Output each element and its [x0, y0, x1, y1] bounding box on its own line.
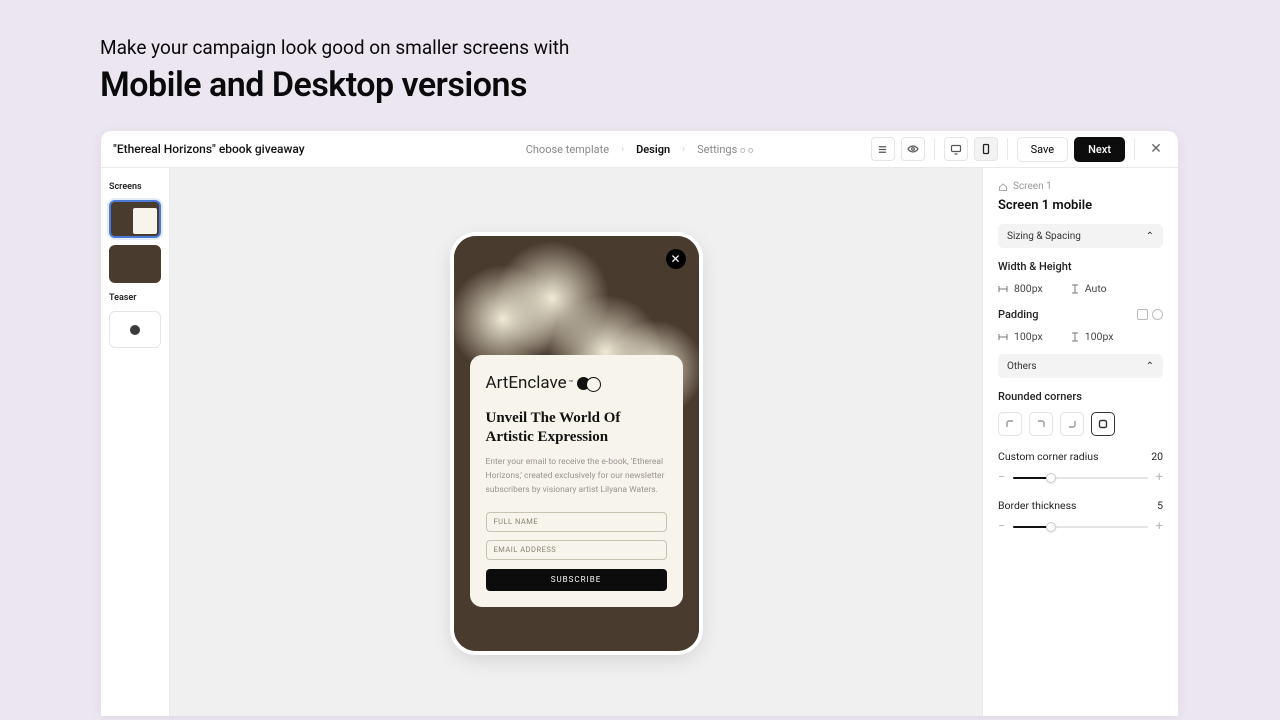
border-thickness-value: 5: [1157, 499, 1163, 512]
others-section[interactable]: Others⌃: [998, 354, 1163, 378]
corner-radius-value: 20: [1151, 450, 1163, 463]
panel-title: Screen 1 mobile: [998, 198, 1163, 213]
full-name-input[interactable]: [486, 512, 667, 532]
popup-body: Enter your email to receive the e-book, …: [486, 455, 667, 498]
width-value[interactable]: 800px: [998, 282, 1043, 295]
mobile-preview: ✕ ArtEnclave™ Unveil The World Of Artist…: [454, 236, 699, 651]
radius-increase[interactable]: +: [1156, 470, 1163, 485]
rounded-corners-label: Rounded corners: [998, 390, 1163, 403]
padding-label: Padding: [998, 308, 1038, 321]
border-decrease[interactable]: −: [998, 519, 1005, 534]
next-button[interactable]: Next: [1074, 137, 1125, 162]
subscribe-button[interactable]: SUBSCRIBE: [486, 569, 667, 591]
radius-decrease[interactable]: −: [998, 470, 1005, 485]
popup-card: ArtEnclave™ Unveil The World Of Artistic…: [470, 355, 683, 607]
breadcrumb-settings[interactable]: Settings: [697, 143, 753, 156]
popup-close-icon[interactable]: ✕: [666, 249, 686, 269]
teaser-label: Teaser: [109, 293, 161, 303]
chevron-right-icon: ›: [682, 144, 685, 155]
desktop-icon[interactable]: [944, 137, 968, 161]
width-icon: [998, 285, 1008, 293]
teaser-dot-icon: [130, 325, 140, 335]
screen-thumb-2[interactable]: [109, 245, 161, 283]
corner-top-left[interactable]: [998, 412, 1022, 436]
padding-vertical[interactable]: 100px: [1071, 330, 1114, 343]
border-thickness-slider[interactable]: [1013, 526, 1147, 528]
properties-panel: Screen 1 Screen 1 mobile Sizing & Spacin…: [982, 168, 1178, 716]
height-icon: [1071, 332, 1079, 342]
breadcrumb-design[interactable]: Design: [636, 143, 670, 156]
brand-circles-icon: [577, 377, 601, 390]
mobile-icon[interactable]: [974, 137, 998, 161]
campaign-title: "Ethereal Horizons" ebook giveaway: [113, 142, 305, 156]
save-button[interactable]: Save: [1017, 137, 1069, 162]
height-icon: [1071, 284, 1079, 294]
border-increase[interactable]: +: [1156, 519, 1163, 534]
corner-radius-label: Custom corner radius: [998, 450, 1099, 463]
hero-copy: Make your campaign look good on smaller …: [0, 0, 1280, 125]
breadcrumb: Choose template › Design › Settings: [526, 143, 754, 156]
screens-sidebar: Screens Teaser: [101, 168, 170, 716]
brand-logo: ArtEnclave™: [486, 373, 667, 393]
screens-label: Screens: [109, 182, 161, 192]
padding-more-icon[interactable]: [1152, 309, 1163, 320]
corner-top-right[interactable]: [1029, 412, 1053, 436]
chevron-right-icon: ›: [621, 144, 624, 155]
hero-subtitle: Make your campaign look good on smaller …: [100, 36, 1180, 59]
home-icon: [998, 182, 1008, 192]
app-window: "Ethereal Horizons" ebook giveaway Choos…: [101, 131, 1178, 716]
panel-breadcrumb[interactable]: Screen 1: [998, 181, 1163, 192]
corner-all[interactable]: [1091, 412, 1115, 436]
screen-thumb-1[interactable]: [109, 200, 161, 238]
corner-radius-slider[interactable]: [1013, 477, 1147, 479]
sizing-spacing-section[interactable]: Sizing & Spacing⌃: [998, 224, 1163, 248]
topbar: "Ethereal Horizons" ebook giveaway Choos…: [101, 131, 1178, 168]
chevron-up-icon: ⌃: [1146, 361, 1154, 372]
corner-bottom[interactable]: [1060, 412, 1084, 436]
email-input[interactable]: [486, 540, 667, 560]
width-height-label: Width & Height: [998, 260, 1163, 273]
chevron-up-icon: ⌃: [1146, 231, 1154, 242]
design-canvas: ✕ ArtEnclave™ Unveil The World Of Artist…: [170, 168, 982, 716]
height-value[interactable]: Auto: [1071, 282, 1107, 295]
padding-horizontal[interactable]: 100px: [998, 330, 1043, 343]
padding-link-icon[interactable]: [1137, 309, 1148, 320]
border-thickness-label: Border thickness: [998, 499, 1076, 512]
teaser-thumb[interactable]: [109, 311, 161, 348]
preview-icon[interactable]: [901, 137, 925, 161]
popup-heading: Unveil The World Of Artistic Expression: [486, 409, 667, 447]
breadcrumb-choose-template[interactable]: Choose template: [526, 143, 609, 156]
hero-title: Mobile and Desktop versions: [100, 65, 1180, 105]
close-icon[interactable]: ✕: [1144, 137, 1168, 161]
width-icon: [998, 333, 1008, 341]
layers-icon[interactable]: [871, 137, 895, 161]
